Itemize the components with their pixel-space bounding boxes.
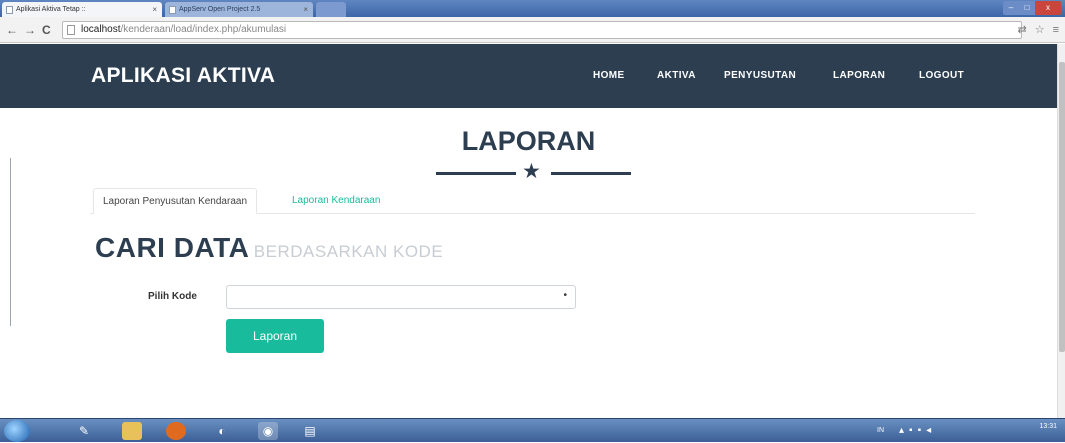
site-brand[interactable]: APLIKASI AKTIVA xyxy=(91,64,275,88)
dropdown-dot-icon: • xyxy=(563,290,567,301)
search-heading-sub: BERDASARKAN KODE xyxy=(253,242,444,261)
browser-tab-active[interactable]: Aplikasi Aktiva Tetap :: × xyxy=(2,2,162,17)
tab-close-icon[interactable]: × xyxy=(303,2,308,17)
nav-item-laporan[interactable]: LAPORAN xyxy=(833,70,885,81)
notepad-icon[interactable]: ▤ xyxy=(300,422,320,440)
browser-tab-inactive[interactable]: AppServ Open Project 2.5 × xyxy=(165,2,313,17)
browser-tab-label: Aplikasi Aktiva Tetap :: xyxy=(16,6,86,13)
browser-toolbar: ← → C localhost/kenderaan/load/index.php… xyxy=(0,17,1065,43)
os-taskbar: ✎ ◐ ◉ ▤ IN ▴▪▪◂ 13:31 xyxy=(0,418,1065,442)
url-host: localhost xyxy=(81,24,121,35)
kode-select[interactable]: • xyxy=(226,285,576,309)
star-icon: ★ xyxy=(522,160,541,183)
title-divider-left xyxy=(436,172,516,175)
page-icon xyxy=(67,25,75,35)
report-tabs: Laporan Penyusutan Kendaraan Laporan Ken… xyxy=(90,188,975,214)
language-indicator[interactable]: IN xyxy=(877,427,884,434)
back-arrow-icon[interactable]: ← xyxy=(6,22,18,38)
close-window-button[interactable]: x xyxy=(1035,1,1061,15)
search-heading: CARI DATA BERDASARKAN KODE xyxy=(95,232,443,264)
tab-close-icon[interactable]: × xyxy=(152,2,157,17)
new-tab-button[interactable] xyxy=(316,2,346,17)
nav-item-home[interactable]: HOME xyxy=(593,70,625,81)
toolbar-actions: ⇄ ☆ ≡ xyxy=(1009,21,1059,39)
pilih-kode-label: Pilih Kode xyxy=(148,291,197,302)
maximize-button[interactable]: □ xyxy=(1019,1,1035,15)
tray-status-icons[interactable]: ▴▪▪◂ xyxy=(899,425,936,436)
browser-tab-label: AppServ Open Project 2.5 xyxy=(179,6,261,13)
site-navbar: APLIKASI AKTIVA HOME AKTIVA PENYUSUTAN L… xyxy=(0,44,1057,108)
forward-arrow-icon[interactable]: → xyxy=(24,22,36,38)
tab-laporan-penyusutan-kendaraan[interactable]: Laporan Penyusutan Kendaraan xyxy=(93,188,258,214)
search-heading-main: CARI DATA xyxy=(95,232,250,263)
translate-icon[interactable]: ⇄ xyxy=(1017,24,1026,36)
bookmark-star-icon[interactable]: ☆ xyxy=(1035,24,1045,36)
window-controls: – □ x xyxy=(1003,1,1061,15)
left-edge-line xyxy=(10,158,11,326)
menu-icon[interactable]: ≡ xyxy=(1053,24,1059,36)
page-title: LAPORAN xyxy=(461,126,596,156)
nav-item-penyusutan[interactable]: PENYUSUTAN xyxy=(724,70,796,81)
address-bar[interactable]: localhost/kenderaan/load/index.php/akumu… xyxy=(62,21,1022,39)
scrollbar-thumb[interactable] xyxy=(1059,62,1065,352)
laporan-button[interactable]: Laporan xyxy=(226,319,324,353)
tray-clock[interactable]: 13:31 xyxy=(1039,422,1057,431)
nav-item-logout[interactable]: LOGOUT xyxy=(919,70,964,81)
browser-tab-strip: Aplikasi Aktiva Tetap :: × AppServ Open … xyxy=(0,0,1065,17)
nav-item-aktiva[interactable]: AKTIVA xyxy=(657,70,696,81)
page-favicon-icon xyxy=(169,6,176,14)
minimize-button[interactable]: – xyxy=(1003,1,1019,15)
system-tray: IN ▴▪▪◂ 13:31 xyxy=(875,419,1065,443)
reload-icon[interactable]: C xyxy=(42,22,51,38)
media-app-icon[interactable]: ◐ xyxy=(212,422,232,440)
page-favicon-icon xyxy=(6,6,13,14)
start-button-icon[interactable] xyxy=(4,420,30,442)
page-scrollbar[interactable] xyxy=(1057,44,1065,418)
url-path: /kenderaan/load/index.php/akumulasi xyxy=(120,24,287,35)
title-divider-right xyxy=(551,172,631,175)
chrome-icon[interactable]: ◉ xyxy=(258,422,278,440)
explorer-folder-icon[interactable] xyxy=(122,422,142,440)
pinned-app-icon[interactable]: ✎ xyxy=(74,422,94,440)
tab-laporan-kendaraan[interactable]: Laporan Kendaraan xyxy=(283,188,389,214)
firefox-icon[interactable] xyxy=(166,422,186,440)
